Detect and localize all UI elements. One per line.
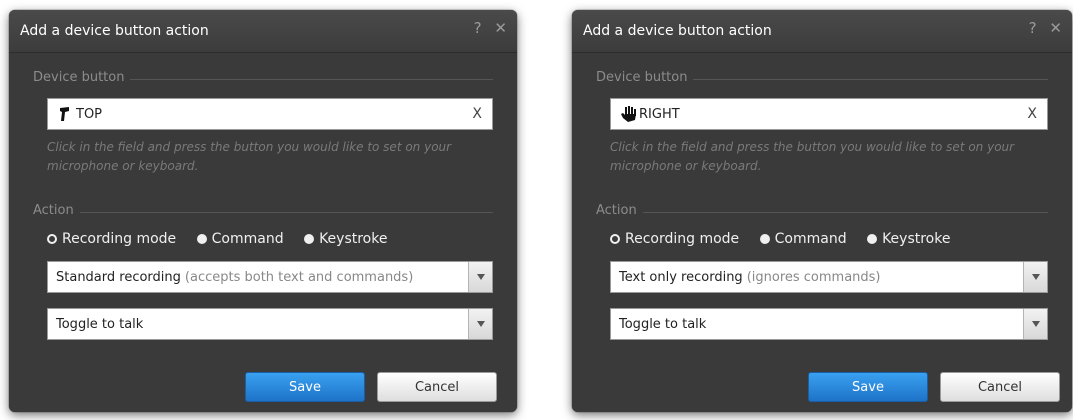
- select-main-text: Text only recording: [619, 270, 743, 285]
- radio-label: Command: [774, 231, 847, 247]
- foot-pedal-icon: [60, 107, 69, 121]
- select-main-text: Standard recording: [56, 270, 181, 285]
- action-type-radio-group: Recording mode Command Keystroke: [610, 231, 966, 247]
- section-divider: [33, 212, 493, 213]
- radio-selected-indicator: [610, 234, 620, 244]
- select-value: Toggle to talk: [619, 317, 706, 332]
- section-divider: [596, 212, 1048, 213]
- radio-command[interactable]: Command: [759, 231, 847, 247]
- radio-label: Recording mode: [625, 231, 740, 247]
- add-device-button-action-dialog-top: Add a device button action ? ✕ Device bu…: [9, 10, 517, 412]
- radio-indicator: [196, 234, 207, 244]
- chevron-down-icon[interactable]: [468, 262, 492, 292]
- recording-mode-select[interactable]: Standard recording (accepts both text and…: [47, 261, 493, 293]
- chevron-down-icon[interactable]: [468, 309, 492, 339]
- action-section-header: Action: [596, 203, 1048, 221]
- cancel-button[interactable]: Cancel: [940, 372, 1060, 402]
- title-controls: ? ✕: [1021, 19, 1062, 37]
- add-device-button-action-dialog-right: Add a device button action ? ✕ Device bu…: [572, 10, 1072, 412]
- radio-command[interactable]: Command: [196, 231, 284, 247]
- cancel-button[interactable]: Cancel: [377, 372, 497, 402]
- dialog-title: Add a device button action: [583, 23, 772, 39]
- clear-device-button[interactable]: X: [472, 106, 482, 122]
- device-button-field[interactable]: TOP X: [47, 98, 493, 130]
- device-button-section-label: Device button: [33, 70, 131, 85]
- radio-label: Command: [211, 231, 284, 247]
- device-button-section-header: Device button: [596, 70, 1048, 88]
- select-main-text: Toggle to talk: [56, 317, 144, 332]
- trigger-mode-select[interactable]: Toggle to talk: [47, 308, 493, 340]
- radio-keystroke[interactable]: Keystroke: [867, 231, 950, 247]
- radio-selected-indicator: [47, 234, 57, 244]
- chevron-down-icon[interactable]: [1023, 262, 1047, 292]
- radio-label: Keystroke: [882, 231, 951, 247]
- dialog-titlebar: Add a device button action ? ✕: [9, 10, 517, 53]
- help-icon[interactable]: ?: [1029, 19, 1037, 37]
- device-button-hint: Click in the field and press the button …: [47, 140, 452, 173]
- trigger-mode-select[interactable]: Toggle to talk: [610, 308, 1048, 340]
- clear-device-button[interactable]: X: [1027, 106, 1037, 122]
- radio-indicator: [304, 234, 315, 244]
- screenshot-stage: Add a device button action ? ✕ Device bu…: [0, 0, 1073, 420]
- device-button-field[interactable]: RIGHT X: [610, 98, 1048, 130]
- select-value: Toggle to talk: [56, 317, 143, 332]
- title-controls: ? ✕: [466, 19, 507, 37]
- close-icon[interactable]: ✕: [494, 19, 507, 37]
- save-button[interactable]: Save: [808, 372, 928, 402]
- radio-label: Recording mode: [62, 231, 177, 247]
- select-value: Text only recording (ignores commands): [619, 270, 881, 285]
- radio-indicator: [867, 234, 878, 244]
- radio-indicator: [759, 234, 770, 244]
- radio-recording-mode[interactable]: Recording mode: [47, 231, 176, 247]
- select-sub-text: (accepts both text and commands): [184, 270, 414, 285]
- hand-icon: [621, 106, 636, 122]
- radio-keystroke[interactable]: Keystroke: [304, 231, 387, 247]
- device-button-value: TOP: [76, 107, 103, 122]
- dialog-title: Add a device button action: [20, 23, 209, 39]
- device-button-section-header: Device button: [33, 70, 493, 88]
- radio-recording-mode[interactable]: Recording mode: [610, 231, 739, 247]
- save-button[interactable]: Save: [245, 372, 365, 402]
- chevron-down-icon[interactable]: [1023, 309, 1047, 339]
- dialog-titlebar: Add a device button action ? ✕: [572, 10, 1072, 53]
- device-button-section-label: Device button: [596, 70, 694, 85]
- close-icon[interactable]: ✕: [1049, 19, 1062, 37]
- help-icon[interactable]: ?: [474, 19, 482, 37]
- action-section-label: Action: [596, 203, 643, 218]
- select-sub-text: (ignores commands): [746, 270, 881, 285]
- action-section-header: Action: [33, 203, 493, 221]
- device-button-hint: Click in the field and press the button …: [610, 140, 1015, 173]
- recording-mode-select[interactable]: Text only recording (ignores commands): [610, 261, 1048, 293]
- select-value: Standard recording (accepts both text and…: [56, 270, 413, 285]
- radio-label: Keystroke: [319, 231, 388, 247]
- select-main-text: Toggle to talk: [619, 317, 707, 332]
- action-type-radio-group: Recording mode Command Keystroke: [47, 231, 403, 247]
- device-button-value: RIGHT: [639, 107, 680, 122]
- action-section-label: Action: [33, 203, 80, 218]
